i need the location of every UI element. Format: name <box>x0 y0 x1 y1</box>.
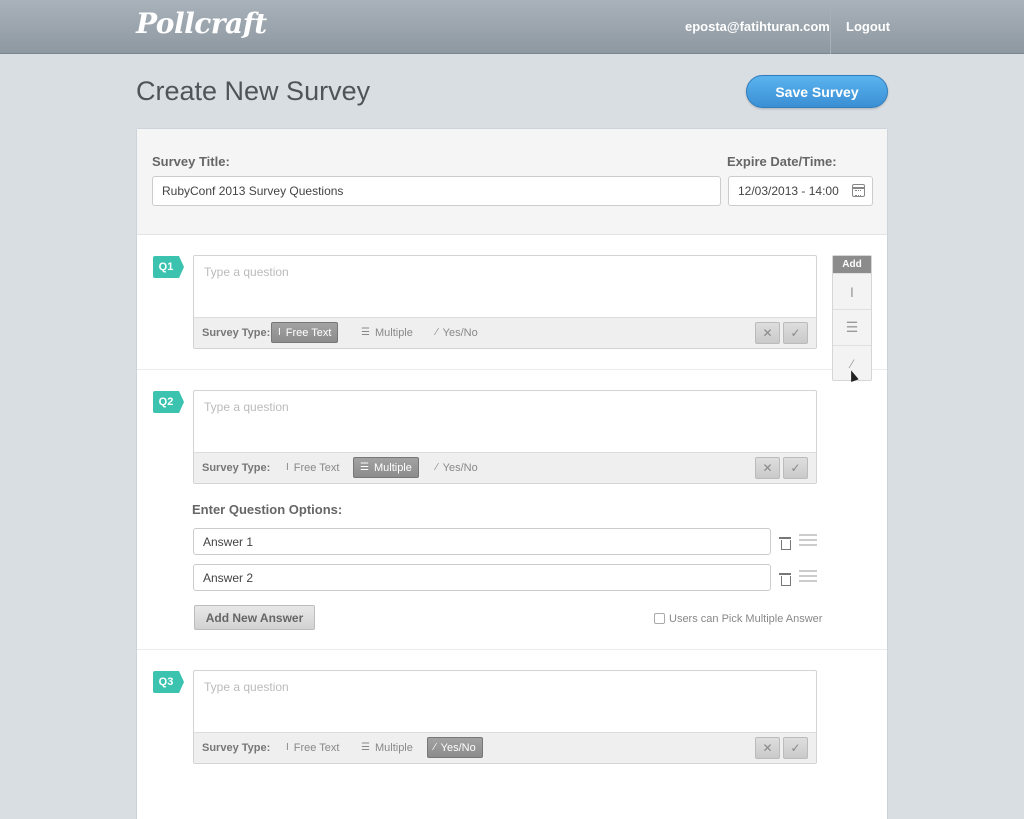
list-icon: ☰ <box>360 462 369 473</box>
delete-question-button[interactable]: ✕ <box>755 737 780 759</box>
question-tag: Q3 <box>153 671 184 693</box>
yes-no-icon: ⁄ <box>436 462 438 473</box>
user-email[interactable]: eposta@fatihturan.com <box>685 19 830 34</box>
type-free-text-button[interactable]: I Free Text <box>280 457 345 478</box>
question-toolbar: Survey Type: I Free Text ☰ Multiple ⁄ Yes/N… <box>194 732 816 763</box>
survey-type-label: Survey Type: <box>202 327 271 339</box>
type-label: Free Text <box>293 741 340 754</box>
type-multiple-button[interactable]: ☰ Multiple <box>353 457 419 478</box>
type-label: Multiple <box>373 461 412 474</box>
drag-handle-icon[interactable] <box>799 534 817 547</box>
list-icon: ☰ <box>845 319 859 335</box>
calendar-icon[interactable] <box>852 184 865 197</box>
confirm-question-button[interactable]: ✓ <box>783 322 808 344</box>
yes-no-icon: ⁄ <box>434 742 436 753</box>
type-multiple-button[interactable]: ☰ Multiple <box>355 737 419 758</box>
question-input[interactable]: Type a question <box>204 265 289 279</box>
question-box: Type a question Survey Type: I Free Text … <box>193 390 817 484</box>
survey-card: Survey Title: RubyConf 2013 Survey Quest… <box>136 128 888 819</box>
delete-question-button[interactable]: ✕ <box>755 322 780 344</box>
type-label: Yes/No <box>442 461 478 474</box>
answer-input-1[interactable]: Answer 1 <box>193 528 771 555</box>
question-section-3: Q3 Type a question Survey Type: I Free Te… <box>137 650 887 805</box>
trash-icon[interactable] <box>779 536 791 550</box>
type-label: Yes/No <box>440 741 476 754</box>
question-input[interactable]: Type a question <box>204 400 289 414</box>
logout-link[interactable]: Logout <box>846 19 890 34</box>
expire-date-value: 12/03/2013 - 14:00 <box>738 184 839 198</box>
add-multiple-button[interactable]: ☰ <box>833 309 871 345</box>
question-section-1: Q1 Type a question Survey Type: I Free Te… <box>137 235 887 370</box>
type-label: Multiple <box>374 326 413 339</box>
save-survey-button[interactable]: Save Survey <box>746 75 888 108</box>
survey-title-label: Survey Title: <box>152 154 230 169</box>
text-cursor-icon: I <box>850 283 854 300</box>
question-box: Type a question Survey Type: I Free Text … <box>193 255 817 349</box>
survey-type-label: Survey Type: <box>202 462 271 474</box>
type-label: Free Text <box>293 461 340 474</box>
text-cursor-icon: I <box>286 462 289 473</box>
type-multiple-button[interactable]: ☰ Multiple <box>355 322 419 343</box>
question-toolbar: Survey Type: I Free Text ☰ Multiple ⁄ Yes/N… <box>194 452 816 483</box>
question-tag: Q1 <box>153 256 184 278</box>
add-question-panel: Add I ☰ ⁄ <box>832 255 872 381</box>
type-free-text-button[interactable]: I Free Text <box>280 737 345 758</box>
question-section-2: Q2 Type a question Survey Type: I Free Te… <box>137 370 887 650</box>
survey-title-input[interactable]: RubyConf 2013 Survey Questions <box>152 176 721 206</box>
survey-details: Survey Title: RubyConf 2013 Survey Quest… <box>137 129 887 235</box>
confirm-question-button[interactable]: ✓ <box>783 457 808 479</box>
question-box: Type a question Survey Type: I Free Text … <box>193 670 817 764</box>
page-title: Create New Survey <box>136 76 371 106</box>
type-label: Yes/No <box>442 326 478 339</box>
type-yes-no-button[interactable]: ⁄ Yes/No <box>430 322 484 343</box>
type-free-text-button[interactable]: I Free Text <box>271 322 339 343</box>
question-tag: Q2 <box>153 391 184 413</box>
drag-handle-icon[interactable] <box>799 570 817 583</box>
type-yes-no-button[interactable]: ⁄ Yes/No <box>430 457 484 478</box>
type-label: Multiple <box>374 741 413 754</box>
answer-value: Answer 2 <box>203 570 254 585</box>
type-yes-no-button[interactable]: ⁄ Yes/No <box>427 737 483 758</box>
list-icon: ☰ <box>361 742 370 753</box>
answer-input-2[interactable]: Answer 2 <box>193 564 771 591</box>
type-label: Free Text <box>285 326 332 339</box>
trash-icon[interactable] <box>779 572 791 586</box>
topbar-divider <box>830 0 831 54</box>
add-free-text-button[interactable]: I <box>833 273 871 309</box>
add-panel-header: Add <box>833 256 871 273</box>
multiple-answer-checkbox[interactable] <box>654 613 665 624</box>
list-icon: ☰ <box>361 327 370 338</box>
text-cursor-icon: I <box>278 327 281 338</box>
survey-type-label: Survey Type: <box>202 742 271 754</box>
survey-title-value: RubyConf 2013 Survey Questions <box>162 184 344 198</box>
multiple-answer-label: Users can Pick Multiple Answer <box>669 613 823 625</box>
yes-no-icon: ⁄ <box>850 356 853 371</box>
confirm-question-button[interactable]: ✓ <box>783 737 808 759</box>
add-new-answer-button[interactable]: Add New Answer <box>194 605 315 630</box>
options-label: Enter Question Options: <box>192 502 343 517</box>
delete-question-button[interactable]: ✕ <box>755 457 780 479</box>
question-toolbar: Survey Type: I Free Text ☰ Multiple ⁄ Yes/N… <box>194 317 816 348</box>
text-cursor-icon: I <box>286 742 289 753</box>
app-logo[interactable]: Pollcraft <box>136 7 267 40</box>
answer-value: Answer 1 <box>203 534 254 549</box>
top-bar: Pollcraft eposta@fatihturan.com Logout <box>0 0 1024 54</box>
expire-date-label: Expire Date/Time: <box>727 154 837 169</box>
question-input[interactable]: Type a question <box>204 680 289 694</box>
yes-no-icon: ⁄ <box>436 327 438 338</box>
expire-date-input[interactable]: 12/03/2013 - 14:00 <box>728 176 873 206</box>
